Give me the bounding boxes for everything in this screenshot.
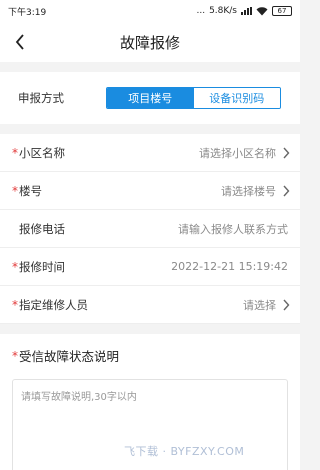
- building-row[interactable]: * 楼号 请选择楼号: [0, 172, 300, 210]
- time-label: * 报修时间: [12, 259, 65, 274]
- technician-row[interactable]: * 指定维修人员 请选择: [0, 286, 300, 324]
- report-method-row: 申报方式 项目楼号 设备识别码: [0, 72, 300, 124]
- required-mark: *: [12, 259, 18, 274]
- divider: [0, 324, 300, 334]
- required-mark: *: [12, 183, 18, 198]
- divider: [0, 62, 300, 72]
- wifi-icon: [256, 6, 268, 15]
- required-mark: *: [12, 348, 18, 363]
- network-speed: 5.8K/s: [209, 6, 237, 16]
- option-project-building[interactable]: 项目楼号: [107, 88, 194, 108]
- option-device-code[interactable]: 设备识别码: [193, 88, 280, 108]
- back-button[interactable]: [10, 32, 30, 52]
- watermark: 飞下载 · BYFZXY.COM: [124, 445, 245, 458]
- status-bar: 下午3:19 ... 5.8K/s 67: [0, 0, 300, 22]
- technician-label: * 指定维修人员: [12, 297, 88, 312]
- community-row[interactable]: * 小区名称 请选择小区名称: [0, 134, 300, 172]
- phone-label: 报修电话: [19, 221, 65, 236]
- status-time: 下午3:19: [8, 7, 47, 18]
- battery-icon: 67: [272, 6, 292, 16]
- chevron-right-icon: [283, 185, 290, 196]
- community-select[interactable]: 请选择小区名称: [199, 145, 290, 161]
- community-label: * 小区名称: [12, 145, 65, 160]
- page-title: 故障报修: [119, 33, 180, 52]
- status-dots: ...: [196, 6, 206, 16]
- building-select[interactable]: 请选择楼号: [221, 183, 290, 199]
- required-mark: *: [12, 145, 18, 160]
- status-indicators: ... 5.8K/s 67: [196, 6, 292, 16]
- description-title: * 受信故障状态说明: [12, 348, 120, 365]
- title-bar: 故障报修: [0, 22, 300, 62]
- technician-select[interactable]: 请选择: [243, 297, 290, 313]
- divider: [0, 124, 300, 134]
- required-mark: *: [12, 297, 18, 312]
- chevron-right-icon: [283, 299, 290, 310]
- phone-row: 报修电话 请输入报修人联系方式: [0, 210, 300, 248]
- report-time-value: 2022-12-21 15:19:42: [171, 260, 288, 273]
- signal-icon: [241, 7, 252, 15]
- building-label: * 楼号: [12, 183, 42, 198]
- report-method-toggle: 项目楼号 设备识别码: [106, 87, 281, 109]
- report-method-label: 申报方式: [18, 91, 64, 105]
- chevron-right-icon: [283, 147, 290, 158]
- back-arrow-icon: [15, 34, 24, 50]
- time-row: * 报修时间 2022-12-21 15:19:42: [0, 248, 300, 286]
- phone-input[interactable]: 请输入报修人联系方式: [178, 221, 288, 237]
